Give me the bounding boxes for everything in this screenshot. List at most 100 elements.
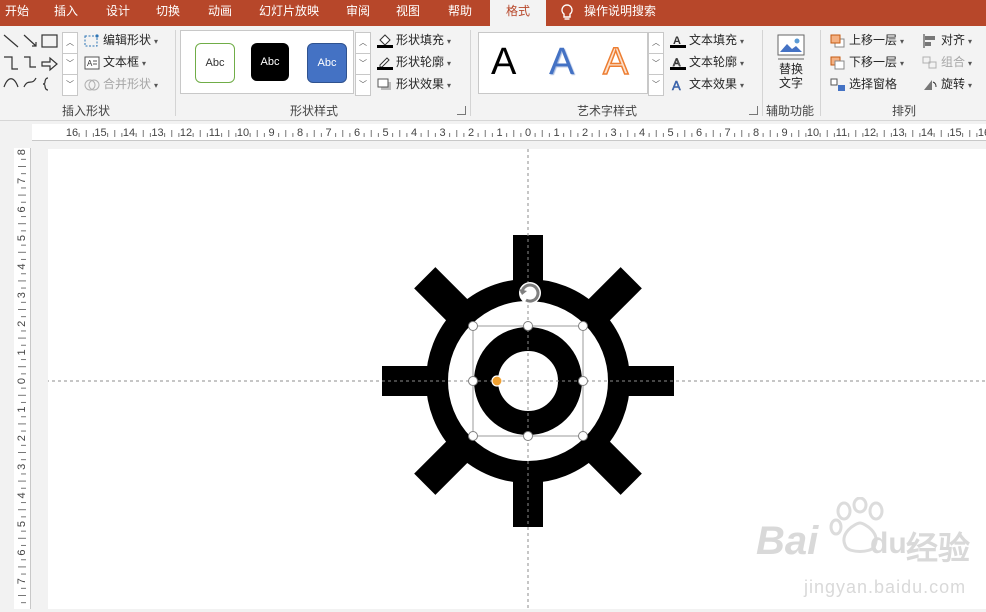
ruler-label: 5: [16, 235, 28, 241]
ruler-label: 10: [807, 127, 819, 139]
shape-fill-button[interactable]: 形状填充 ▾: [377, 30, 451, 50]
ruler-label: 1: [553, 127, 559, 139]
tab-review[interactable]: 审阅: [340, 0, 376, 26]
group-separator: [175, 30, 176, 116]
tab-view[interactable]: 视图: [390, 0, 426, 26]
group-objects-button[interactable]: 组合 ▾: [922, 52, 972, 72]
ruler-label: 11: [209, 127, 220, 139]
ruler-label: 1: [16, 349, 28, 355]
ruler-label: 9: [781, 127, 787, 139]
rotation-handle-icon[interactable]: [519, 282, 541, 304]
tab-slide-show[interactable]: 幻灯片放映: [254, 0, 324, 26]
align-button[interactable]: 对齐 ▾: [922, 30, 972, 50]
send-backward-button[interactable]: 下移一层 ▾: [830, 52, 904, 72]
ruler-label: 5: [382, 127, 388, 139]
bring-forward-button[interactable]: 上移一层 ▾: [830, 30, 904, 50]
tab-design[interactable]: 设计: [100, 0, 136, 26]
ruler-label: 13: [892, 127, 904, 139]
scroll-up-icon[interactable]: ︿: [63, 33, 77, 54]
scroll-up-icon[interactable]: ︿: [356, 33, 370, 54]
ruler-label: 6: [354, 127, 360, 139]
ruler-label: 9: [268, 127, 274, 139]
ruler-label: 7: [16, 578, 28, 584]
alt-text-label-line2: 文字: [778, 76, 803, 90]
shape-style-swatch-black[interactable]: Abc: [251, 43, 289, 81]
watermark-url: jingyan.baidu.com: [804, 577, 967, 597]
wordart-gallery: A A A: [478, 32, 648, 94]
slide-canvas[interactable]: Bai du 经验 jingyan.baidu.com: [48, 149, 986, 609]
ruler-label: 0: [16, 378, 28, 384]
rotate-label: 旋转: [941, 77, 966, 91]
alt-text-icon: [777, 34, 805, 60]
text-outline-button[interactable]: A 文本轮廓 ▾: [670, 52, 744, 72]
ruler-label: 5: [667, 127, 673, 139]
rotate-button[interactable]: 旋转 ▾: [922, 74, 972, 94]
text-fill-button[interactable]: A 文本填充 ▾: [670, 30, 744, 50]
shape-effects-label: 形状效果: [396, 77, 445, 91]
wordart-scroll[interactable]: ︿ ﹀ ﹀: [648, 32, 664, 96]
wordart-style-orange-outline[interactable]: A: [602, 39, 629, 85]
alt-text-button[interactable]: 替换 文字: [768, 32, 814, 98]
merge-shapes-button[interactable]: 合并形状 ▾: [84, 74, 158, 94]
tab-transitions[interactable]: 切换: [150, 0, 186, 26]
shapes-gallery[interactable]: [2, 32, 60, 96]
ruler-label: 7: [325, 127, 331, 139]
shape-style-swatch-blue[interactable]: Abc: [307, 43, 347, 83]
scroll-down-icon[interactable]: ﹀: [649, 54, 663, 75]
shape-effects-button[interactable]: 形状效果 ▾: [377, 74, 451, 94]
shape-styles-scroll[interactable]: ︿ ﹀ ﹀: [355, 32, 371, 96]
vertical-ruler[interactable]: 8 7 6 5 4 3 2 1 0 1 2 3 4 5 6 7: [14, 148, 31, 609]
resize-handle-s: [523, 431, 533, 441]
edit-shape-button[interactable]: 编辑形状 ▾: [84, 30, 158, 50]
adjustment-handle[interactable]: [491, 375, 503, 387]
horizontal-ruler[interactable]: 16 15 14 13 12 11 10 9 8 7 6 5 4 3 2 1 0 1 2 3 4 5 6 7 8 9 10 11 12 1…: [32, 124, 986, 141]
scroll-down-icon[interactable]: ﹀: [356, 54, 370, 75]
selection-pane-button[interactable]: 选择窗格: [830, 74, 897, 94]
align-icon: [923, 33, 935, 48]
watermark-brand: Bai: [756, 519, 819, 563]
tab-animations[interactable]: 动画: [202, 0, 238, 26]
gallery-more-icon[interactable]: ﹀: [63, 75, 77, 95]
tab-help[interactable]: 帮助: [442, 0, 478, 26]
ruler-label: 12: [180, 127, 192, 139]
tab-format[interactable]: 格式: [490, 0, 546, 26]
shape-outline-button[interactable]: 形状轮廓 ▾: [377, 52, 451, 72]
watermark: Bai du 经验 jingyan.baidu.com: [756, 497, 986, 609]
tab-insert[interactable]: 插入: [48, 0, 84, 26]
text-effects-button[interactable]: A 文本效果 ▾: [670, 74, 744, 94]
dialog-launcher-icon[interactable]: [749, 106, 758, 115]
dialog-launcher-icon[interactable]: [457, 106, 466, 115]
selection-pane-label: 选择窗格: [849, 77, 898, 91]
merge-shapes-icon: [84, 79, 100, 91]
svg-text:A: A: [672, 78, 681, 92]
ruler-label: 3: [16, 292, 28, 298]
shape-fill-label: 形状填充: [396, 33, 445, 47]
text-box-button[interactable]: A 文本框 ▾: [84, 52, 146, 72]
ruler-label: 8: [753, 127, 759, 139]
alt-text-label-line1: 替换: [778, 62, 803, 76]
wordart-style-blue[interactable]: A: [549, 39, 574, 85]
group-label-arrange: 排列: [891, 104, 916, 118]
scroll-down-icon[interactable]: ﹀: [63, 54, 77, 75]
group-separator: [470, 30, 471, 116]
tab-home[interactable]: 开始: [0, 0, 34, 26]
shape-outline-label: 形状轮廓: [396, 55, 445, 69]
gallery-more-icon[interactable]: ﹀: [356, 75, 370, 95]
shapes-gallery-scroll[interactable]: ︿ ﹀ ﹀: [62, 32, 78, 96]
shape-styles-gallery: Abc Abc Abc: [180, 30, 354, 94]
tell-me-search[interactable]: 操作说明搜索: [560, 0, 670, 26]
ruler-label: 8: [16, 149, 28, 155]
ruler-label: 3: [610, 127, 616, 139]
tell-me-label: 操作说明搜索: [584, 4, 657, 18]
rotate-icon: [924, 79, 937, 90]
ruler-label: 11: [836, 127, 847, 139]
gallery-more-icon[interactable]: ﹀: [649, 75, 663, 95]
ruler-label: 4: [639, 127, 645, 139]
scroll-up-icon[interactable]: ︿: [649, 33, 663, 54]
shapes-gallery-icons: [3, 34, 58, 91]
shape-style-swatch-outline[interactable]: Abc: [195, 43, 235, 83]
group-label-accessibility: 辅助功能: [765, 104, 814, 118]
resize-handle-se: [578, 431, 588, 441]
wordart-style-black[interactable]: A: [491, 39, 516, 85]
group-label-insert-shapes: 插入形状: [61, 104, 110, 118]
